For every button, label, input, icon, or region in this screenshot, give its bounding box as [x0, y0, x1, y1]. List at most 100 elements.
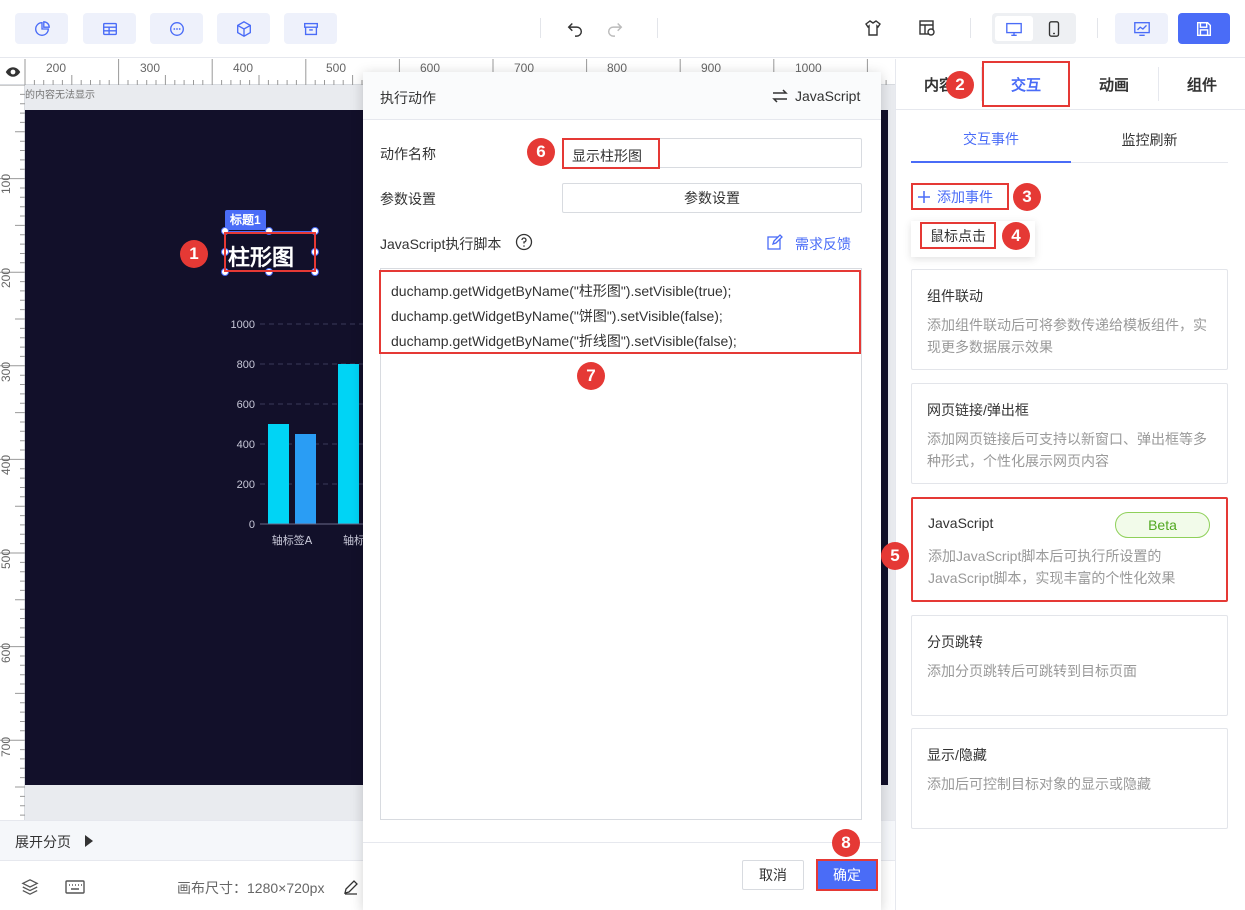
- subtab-monitor-refresh[interactable]: 监控刷新: [1071, 117, 1228, 163]
- eye-icon[interactable]: [5, 65, 21, 82]
- execute-action-dialog: 执行动作 JavaScript 动作名称 显示柱形图 6 参数设置 参数设置 J…: [363, 72, 881, 910]
- step-badge: 3: [1013, 183, 1041, 211]
- y-tick-label: 200: [237, 479, 255, 491]
- help-icon[interactable]: [515, 233, 533, 254]
- ruler-left-ticks: [0, 85, 25, 816]
- archive-icon[interactable]: [284, 13, 337, 44]
- y-tick-label: 600: [237, 399, 255, 411]
- card-desc: 添加网页链接后可支持以新窗口、弹出框等多种形式，个性化展示网页内容: [927, 431, 1207, 469]
- dialog-title: 执行动作: [380, 90, 436, 106]
- canvas-hint: 的内容无法显示: [25, 90, 95, 101]
- step-badge: 7: [577, 362, 605, 390]
- play-right-icon: [84, 834, 94, 851]
- ruler-label: 300: [0, 361, 14, 383]
- widget-name-tag: 标题1: [225, 210, 266, 230]
- right-panel: 内容 交互 动画 组件 2 交互事件 监控刷新 添加事件 3 鼠标点击 4 组件…: [881, 59, 1245, 910]
- card-desc: 添加组件联动后可将参数传递给模板组件，实现更多数据展示效果: [927, 317, 1207, 355]
- divider: [981, 67, 982, 101]
- divider: [1158, 67, 1159, 101]
- subtab-interaction-events[interactable]: 交互事件: [911, 117, 1071, 163]
- card-title: 显示/隐藏: [927, 747, 987, 763]
- theme-shirt-icon[interactable]: [862, 17, 884, 39]
- divider: [970, 18, 971, 38]
- bar[interactable]: [295, 434, 316, 524]
- annotation-box: [379, 270, 861, 354]
- step-badge: 5: [881, 542, 909, 570]
- tab-animation[interactable]: 动画: [1070, 59, 1158, 109]
- dialog-header: 执行动作 JavaScript: [363, 72, 881, 120]
- y-tick-label: 1000: [231, 319, 255, 331]
- table-icon[interactable]: [83, 13, 136, 44]
- keyboard-icon[interactable]: [65, 879, 85, 898]
- ruler-label: 400: [0, 454, 14, 476]
- ruler-label: 600: [0, 642, 14, 664]
- y-tick-label: 0: [249, 519, 255, 531]
- tab-component[interactable]: 组件: [1158, 59, 1245, 109]
- device-toggle: [992, 13, 1076, 44]
- action-name-label: 动作名称: [380, 146, 436, 162]
- plus-icon: [918, 190, 930, 203]
- tab-interaction[interactable]: 交互: [982, 61, 1070, 107]
- step-badge: 2: [946, 71, 974, 99]
- tab-label: 交互: [1010, 76, 1041, 94]
- tab-label: 组件: [1186, 76, 1217, 94]
- card-desc: 添加后可控制目标对象的显示或隐藏: [927, 776, 1151, 792]
- add-event-button[interactable]: 添加事件: [911, 183, 1009, 210]
- layout-settings-icon[interactable]: [916, 17, 938, 39]
- save-icon[interactable]: [1178, 13, 1230, 44]
- cube-icon[interactable]: [217, 13, 270, 44]
- card-show-hide[interactable]: 显示/隐藏 添加后可控制目标对象的显示或隐藏: [911, 728, 1228, 829]
- y-tick-label: 400: [237, 439, 255, 451]
- annotation-box: [816, 859, 878, 891]
- divider: [540, 18, 541, 38]
- card-title: JavaScript: [928, 515, 994, 531]
- preview-icon[interactable]: [1115, 13, 1168, 44]
- step-badge: 8: [832, 829, 860, 857]
- edit-icon[interactable]: [343, 879, 359, 898]
- feedback-edit-icon[interactable]: [767, 234, 783, 253]
- card-title: 分页跳转: [927, 634, 983, 650]
- mobile-icon[interactable]: [1035, 16, 1073, 41]
- mode-label[interactable]: JavaScript: [795, 88, 860, 104]
- x-tick-label: 轴标签A: [272, 533, 313, 547]
- x-tick-label: 轴标: [343, 533, 365, 547]
- beta-badge: Beta: [1115, 512, 1210, 538]
- layers-icon[interactable]: [21, 878, 39, 899]
- undo-icon[interactable]: [564, 17, 586, 39]
- action-name-value[interactable]: 显示柱形图: [572, 146, 642, 166]
- card-widget-linkage[interactable]: 组件联动 添加组件联动后可将参数传递给模板组件，实现更多数据展示效果: [911, 269, 1228, 370]
- y-tick-label: 800: [237, 359, 255, 371]
- card-javascript[interactable]: JavaScript Beta 添加JavaScript脚本后可执行所设置的Ja…: [911, 497, 1228, 602]
- ruler-left: 100 200 300 400 500 600 700: [0, 85, 25, 820]
- more-circle-icon[interactable]: [150, 13, 203, 44]
- top-toolbar: [0, 0, 1245, 58]
- desktop-icon[interactable]: [995, 16, 1033, 41]
- bar[interactable]: [268, 424, 289, 524]
- card-web-link[interactable]: 网页链接/弹出框 添加网页链接后可支持以新窗口、弹出框等多种形式，个性化展示网页…: [911, 383, 1228, 484]
- annotation-box: [224, 232, 316, 272]
- bar[interactable]: [338, 364, 359, 524]
- mouse-click-option[interactable]: 鼠标点击: [920, 222, 996, 249]
- divider: [896, 109, 1245, 110]
- add-event-label: 添加事件: [937, 188, 993, 205]
- canvas-size-label: 画布尺寸：1280×720px: [177, 880, 325, 896]
- card-desc: 添加JavaScript脚本后可执行所设置的JavaScript脚本，实现丰富的…: [928, 548, 1176, 586]
- switch-icon[interactable]: [771, 88, 789, 107]
- ruler-label: 500: [0, 548, 14, 570]
- param-label: 参数设置: [380, 191, 436, 207]
- ruler-label: 500: [326, 61, 347, 75]
- bar-chart[interactable]: 0 200 400 600 800 1000 轴标签A 轴标: [225, 310, 365, 550]
- redo-icon[interactable]: [604, 17, 626, 39]
- param-settings-button[interactable]: 参数设置: [562, 183, 862, 213]
- card-page-jump[interactable]: 分页跳转 添加分页跳转后可跳转到目标页面: [911, 615, 1228, 716]
- chart-pie-icon[interactable]: [15, 13, 68, 44]
- card-title: 组件联动: [927, 288, 983, 304]
- cancel-button[interactable]: 取消: [742, 860, 804, 890]
- script-label: JavaScript执行脚本: [380, 236, 502, 252]
- dialog-footer: 取消 确定: [363, 842, 881, 910]
- feedback-link[interactable]: 需求反馈: [795, 234, 851, 254]
- tab-label: 动画: [1098, 76, 1129, 94]
- step-badge: 4: [1002, 222, 1030, 250]
- ruler-label: 300: [140, 61, 161, 75]
- expand-pages-label: 展开分页: [15, 834, 71, 850]
